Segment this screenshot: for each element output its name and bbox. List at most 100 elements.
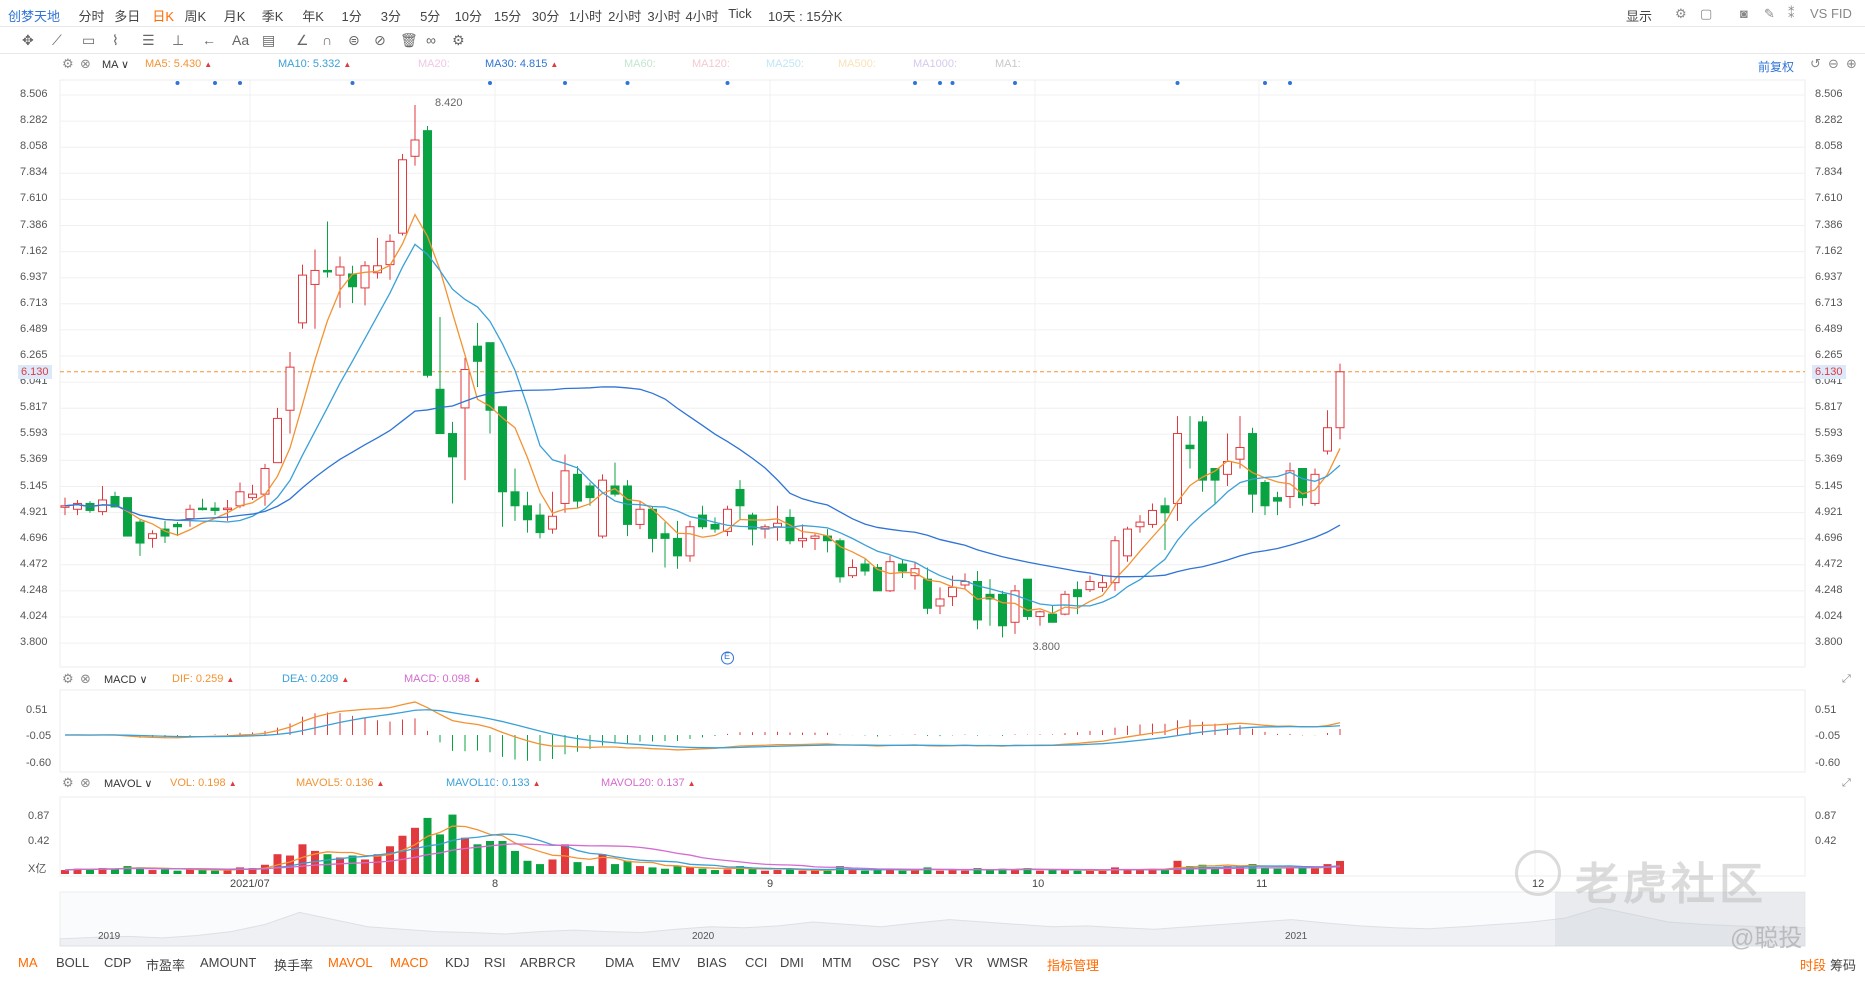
vol-tick-left: 0.42 <box>28 835 50 847</box>
navigator-label: 2020 <box>692 931 715 942</box>
event-dot[interactable] <box>1013 81 1017 85</box>
candle <box>98 485 107 516</box>
candle <box>123 497 132 537</box>
event-dot[interactable] <box>1175 81 1180 85</box>
candle-body <box>335 266 345 276</box>
indicator-tab-DMI[interactable]: DMI <box>780 955 804 970</box>
indicator-tab-MTM[interactable]: MTM <box>822 955 852 970</box>
indicator-tab-CDP[interactable]: CDP <box>104 955 131 970</box>
candle-body <box>273 417 282 464</box>
volume-bar <box>948 870 957 874</box>
volume-bar <box>1273 868 1282 874</box>
event-dot[interactable] <box>213 81 217 85</box>
candle-body <box>1235 447 1245 460</box>
volume-bar <box>1036 870 1044 874</box>
indicator-tab-KDJ[interactable]: KDJ <box>445 955 470 970</box>
candle <box>1135 515 1145 533</box>
candle <box>385 234 395 280</box>
indicator-tab-PSY[interactable]: PSY <box>913 955 939 970</box>
mavol5-line <box>64 825 1341 871</box>
price-tick-left: 5.817 <box>20 401 48 414</box>
candle <box>460 357 470 481</box>
event-dot[interactable] <box>625 81 630 85</box>
candle <box>898 559 907 579</box>
event-dot[interactable] <box>950 81 955 85</box>
tab-chips[interactable]: 筹码 <box>1830 955 1856 974</box>
candle-body <box>1098 582 1107 588</box>
indicator-tab-WMSR[interactable]: WMSR <box>987 955 1028 970</box>
indicator-tab-指标管理[interactable]: 指标管理 <box>1047 955 1099 974</box>
kline-chart[interactable] <box>0 0 1865 981</box>
event-dot[interactable] <box>238 81 242 85</box>
candle-body <box>360 265 370 289</box>
candle-body <box>998 593 1007 627</box>
indicator-tab-ARBR[interactable]: ARBR <box>520 955 556 970</box>
event-dot[interactable] <box>1263 81 1267 85</box>
indicator-tab-MACD[interactable]: MACD <box>390 955 428 970</box>
event-dot[interactable] <box>175 81 180 85</box>
earnings-marker-label: E <box>724 651 731 661</box>
candle <box>998 590 1007 638</box>
candle-body <box>1335 371 1345 429</box>
event-dot[interactable] <box>350 81 355 85</box>
candle-body <box>410 139 420 157</box>
indicator-tab-MAVOL[interactable]: MAVOL <box>328 955 373 970</box>
event-dot[interactable] <box>1288 81 1292 85</box>
indicator-tab-VR[interactable]: VR <box>955 955 973 970</box>
price-tick-right: 3.800 <box>1815 636 1843 649</box>
indicator-tab-换手率[interactable]: 换手率 <box>274 955 313 974</box>
event-dot[interactable] <box>913 81 917 85</box>
candle-body <box>623 485 632 525</box>
candle-body <box>1085 581 1095 591</box>
candle <box>985 579 995 626</box>
tab-session[interactable]: 时段 <box>1800 955 1826 974</box>
indicator-tab-EMV[interactable]: EMV <box>652 955 680 970</box>
price-tick-left: 4.248 <box>20 583 48 596</box>
x-tick: 2021/07 <box>230 878 270 890</box>
indicator-tab-AMOUNT[interactable]: AMOUNT <box>200 955 256 970</box>
candle <box>360 261 370 306</box>
event-dot[interactable] <box>725 81 730 85</box>
volume-bar <box>723 869 732 874</box>
candle-body <box>1035 611 1045 617</box>
watermark-logo: 老虎社区 <box>1575 860 1767 909</box>
price-tick-left: 5.593 <box>20 427 48 440</box>
candle-body <box>635 508 645 525</box>
candle <box>435 317 445 435</box>
volume-bar <box>123 866 132 874</box>
candle <box>1223 433 1232 486</box>
price-tick-right: 6.937 <box>1815 270 1843 283</box>
dea-line <box>64 709 1341 749</box>
price-tick-left: 8.282 <box>20 114 48 127</box>
indicator-tab-RSI[interactable]: RSI <box>484 955 506 970</box>
candle <box>873 564 882 592</box>
volume-bar <box>673 866 682 874</box>
candle <box>798 524 807 548</box>
indicator-tab-BIAS[interactable]: BIAS <box>697 955 727 970</box>
indicator-tab-MA[interactable]: MA <box>18 955 38 970</box>
indicator-tab-DMA[interactable]: DMA <box>605 955 634 970</box>
candle-body <box>548 515 557 530</box>
mavol20-line <box>64 843 1341 871</box>
candle <box>1010 584 1020 634</box>
price-tick-left: 7.610 <box>20 192 48 205</box>
candle <box>573 466 582 509</box>
candle-body <box>685 526 695 557</box>
price-tick-right: 6.489 <box>1815 322 1843 335</box>
candle <box>623 480 632 537</box>
indicator-tab-CCI[interactable]: CCI <box>745 955 767 970</box>
candle <box>823 529 832 553</box>
indicator-tab-CR[interactable]: CR <box>557 955 576 970</box>
volume-bar <box>198 870 207 874</box>
volume-bar <box>636 866 644 874</box>
indicator-tab-OSC[interactable]: OSC <box>872 955 900 970</box>
indicator-tab-市盈率[interactable]: 市盈率 <box>146 955 185 974</box>
event-dot[interactable] <box>563 81 567 85</box>
macd-tick-right: -0.60 <box>1815 757 1841 769</box>
indicator-tab-BOLL[interactable]: BOLL <box>56 955 89 970</box>
event-dot[interactable] <box>938 81 942 85</box>
event-dot[interactable] <box>488 81 492 85</box>
volume-bar <box>898 870 907 874</box>
candle-body <box>348 273 357 288</box>
volume-bar <box>211 870 219 874</box>
